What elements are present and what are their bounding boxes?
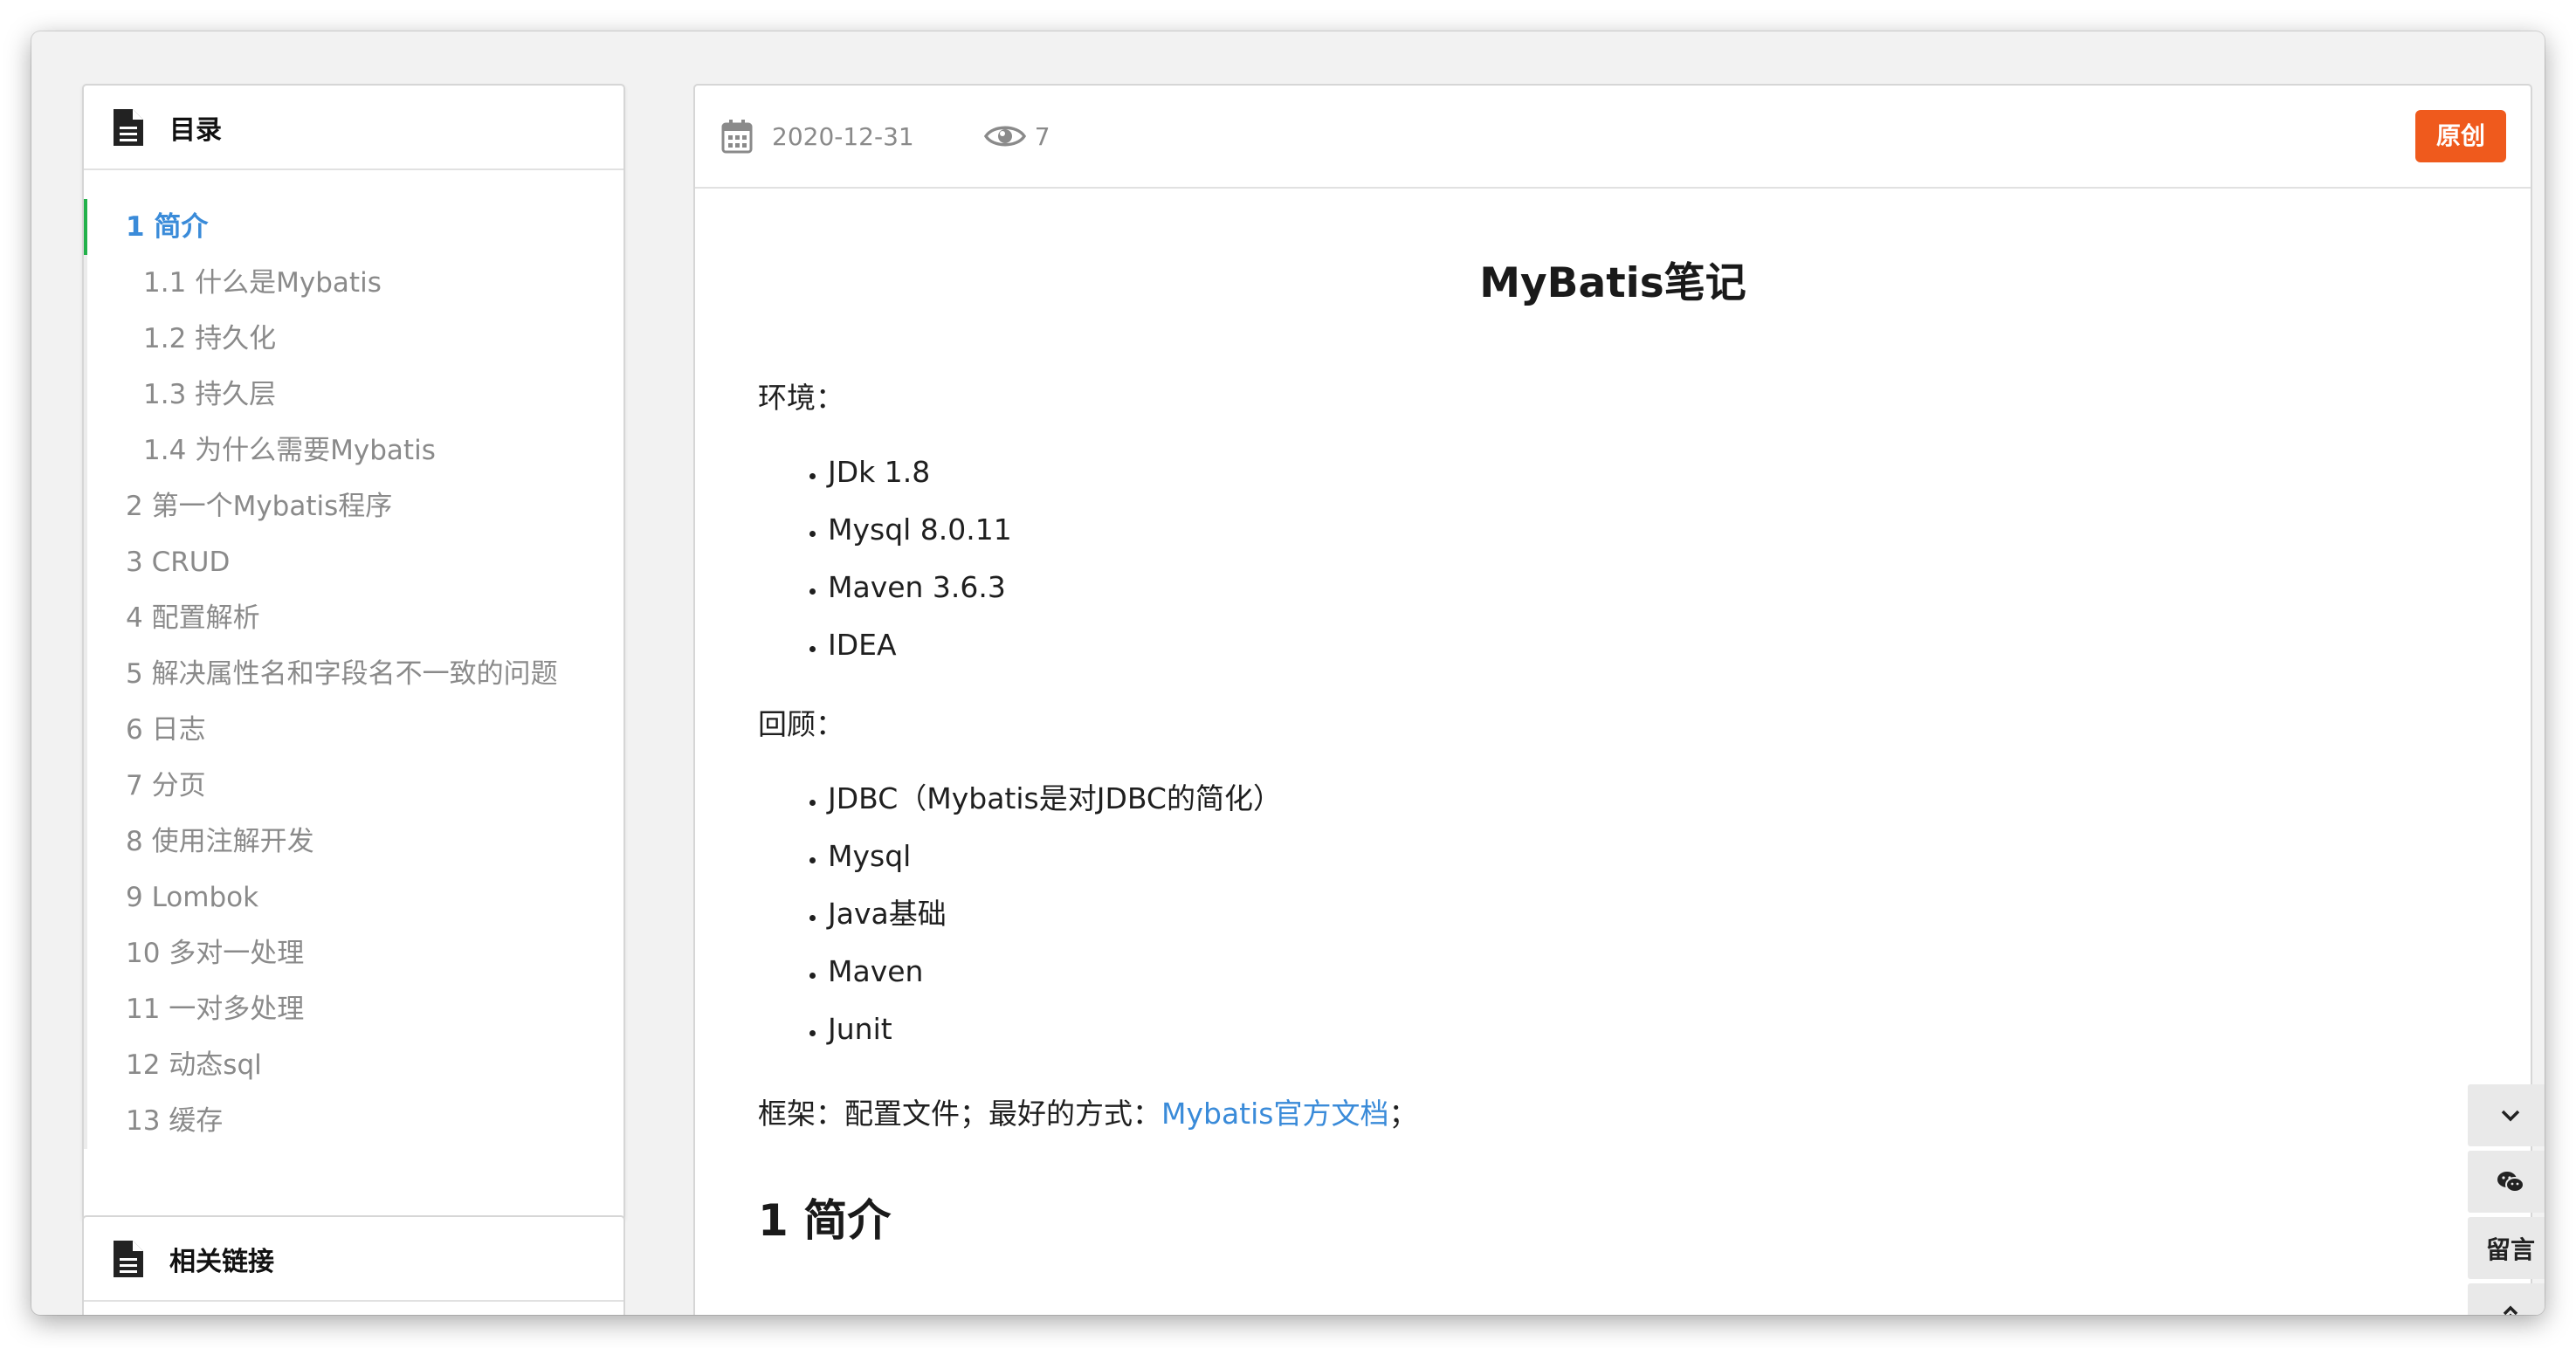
toc-item[interactable]: 7 分页 <box>84 758 623 814</box>
toc-item[interactable]: 11 一对多处理 <box>84 981 623 1037</box>
list-item: IDEA <box>828 616 2468 674</box>
mybatis-docs-link[interactable]: Mybatis官方文档 <box>1161 1097 1388 1131</box>
wechat-icon <box>2497 1171 2524 1193</box>
framework-line: 框架：配置文件；最好的方式：Mybatis官方文档； <box>758 1095 2468 1133</box>
toc-item[interactable]: 6 日志 <box>84 702 623 758</box>
list-item: JDBC（Mybatis是对JDBC的简化） <box>828 770 2468 828</box>
scroll-down-button[interactable] <box>2468 1084 2545 1146</box>
calendar-icon <box>721 120 753 154</box>
wechat-button[interactable] <box>2468 1151 2545 1213</box>
article-title: MyBatis笔记 <box>1479 259 1746 307</box>
list-item: Maven <box>828 943 2468 1001</box>
links-title: 相关链接 <box>169 1246 274 1277</box>
review-label: 回顾： <box>758 707 844 741</box>
env-list: JDk 1.8Mysql 8.0.11Maven 3.6.3IDEA <box>758 444 2468 674</box>
toc-item[interactable]: 1 简介 <box>84 199 623 255</box>
list-item: Java基础 <box>828 885 2468 943</box>
floating-toolbar: 留言 <box>2468 1084 2545 1315</box>
article-content: MyBatis笔记 环境： JDk 1.8Mysql 8.0.11Maven 3… <box>695 189 2531 1247</box>
article-meta: 2020-12-31 7 原创 <box>695 86 2531 189</box>
view-count: 7 <box>1034 121 1050 151</box>
article-panel: 2020-12-31 7 原创 MyBatis笔记 环境： JDk 1.8Mys… <box>693 84 2532 1315</box>
comment-button[interactable]: 留言 <box>2468 1217 2545 1279</box>
framework-suffix: ； <box>1388 1097 1418 1131</box>
original-badge: 原创 <box>2415 110 2506 162</box>
toc-item[interactable]: 12 动态sql <box>84 1037 623 1093</box>
toc-item[interactable]: 1.4 为什么需要Mybatis <box>84 423 623 478</box>
chevron-down-icon <box>2501 1110 2520 1121</box>
links-header: 相关链接 <box>84 1217 623 1302</box>
toc-item[interactable]: 5 解决属性名和字段名不一致的问题 <box>84 646 623 702</box>
toc-item[interactable]: 8 使用注解开发 <box>84 814 623 870</box>
back-to-top-button[interactable] <box>2468 1283 2545 1315</box>
section-heading: 1 简介 <box>758 1195 892 1246</box>
list-item: JDk 1.8 <box>828 444 2468 501</box>
browser-window: 目录 1 简介 1.1 什么是Mybatis 1.2 持久化 1.3 持久层 1.4 为… <box>31 31 2545 1315</box>
toc-item[interactable]: 13 缓存 <box>84 1093 623 1149</box>
review-list: JDBC（Mybatis是对JDBC的简化）MysqlJava基础MavenJu… <box>758 770 2468 1058</box>
related-links-panel: 相关链接 <box>82 1215 625 1315</box>
list-item: Maven 3.6.3 <box>828 559 2468 616</box>
publish-date: 2020-12-31 <box>772 121 914 151</box>
toc-item[interactable]: 1.2 持久化 <box>84 311 623 367</box>
toc-item[interactable]: 1.1 什么是Mybatis <box>84 255 623 311</box>
toc-panel: 目录 1 简介 1.1 什么是Mybatis 1.2 持久化 1.3 持久层 1.4 为… <box>82 84 625 1221</box>
toc-list: 1 简介 1.1 什么是Mybatis 1.2 持久化 1.3 持久层 1.4 为什么需… <box>84 199 623 1149</box>
toc-item[interactable]: 4 配置解析 <box>84 590 623 646</box>
list-item: Mysql 8.0.11 <box>828 501 2468 559</box>
list-item: Junit <box>828 1001 2468 1058</box>
framework-prefix: 框架：配置文件；最好的方式： <box>758 1097 1161 1131</box>
document-icon <box>114 1240 143 1277</box>
toc-item[interactable]: 10 多对一处理 <box>84 925 623 981</box>
toc-title: 目录 <box>169 114 222 146</box>
eye-icon <box>983 126 1026 147</box>
document-icon <box>114 108 143 146</box>
env-label: 环境： <box>758 381 844 415</box>
toc-item[interactable]: 2 第一个Mybatis程序 <box>84 478 623 534</box>
toc-header: 目录 <box>84 86 623 170</box>
double-chevron-up-icon <box>2503 1305 2518 1315</box>
toc-item[interactable]: 9 Lombok <box>84 870 623 925</box>
toc-item[interactable]: 1.3 持久层 <box>84 367 623 423</box>
toc-item[interactable]: 3 CRUD <box>84 534 623 590</box>
list-item: Mysql <box>828 828 2468 885</box>
